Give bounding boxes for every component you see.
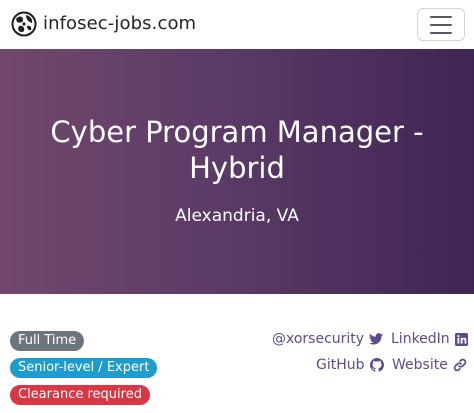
clearance-badge: Clearance required: [10, 385, 150, 405]
hamburger-menu-icon: [430, 31, 452, 34]
hamburger-menu-icon: [430, 15, 452, 18]
infosec-jobs-logo-icon: [11, 11, 37, 37]
hamburger-menu-icon: [430, 23, 452, 26]
menu-toggle-button[interactable]: [417, 8, 465, 41]
linkedin-link[interactable]: LinkedIn: [391, 330, 468, 348]
github-link-label: GitHub: [316, 357, 365, 373]
website-link-label: Website: [392, 357, 448, 373]
link-icon: [453, 358, 467, 372]
brand-link[interactable]: infosec-jobs.com: [11, 10, 196, 38]
job-location: Alexandria, VA: [175, 206, 299, 226]
website-link[interactable]: Website: [392, 356, 467, 374]
twitter-link[interactable]: @xorsecurity: [272, 330, 384, 348]
linkedin-icon: [454, 332, 468, 346]
navbar: infosec-jobs.com: [0, 0, 474, 49]
twitter-link-label: @xorsecurity: [272, 331, 365, 347]
github-link[interactable]: GitHub: [316, 356, 384, 374]
employment-type-badge: Full Time: [10, 331, 85, 351]
job-hero: Cyber Program Manager - Hybrid Alexandri…: [0, 49, 474, 294]
job-title: Cyber Program Manager - Hybrid: [50, 115, 424, 185]
brand-text: infosec-jobs.com: [43, 13, 197, 34]
twitter-icon: [369, 333, 384, 345]
linkedin-link-label: LinkedIn: [391, 331, 450, 347]
github-icon: [369, 358, 384, 372]
experience-level-badge: Senior-level / Expert: [10, 358, 158, 378]
